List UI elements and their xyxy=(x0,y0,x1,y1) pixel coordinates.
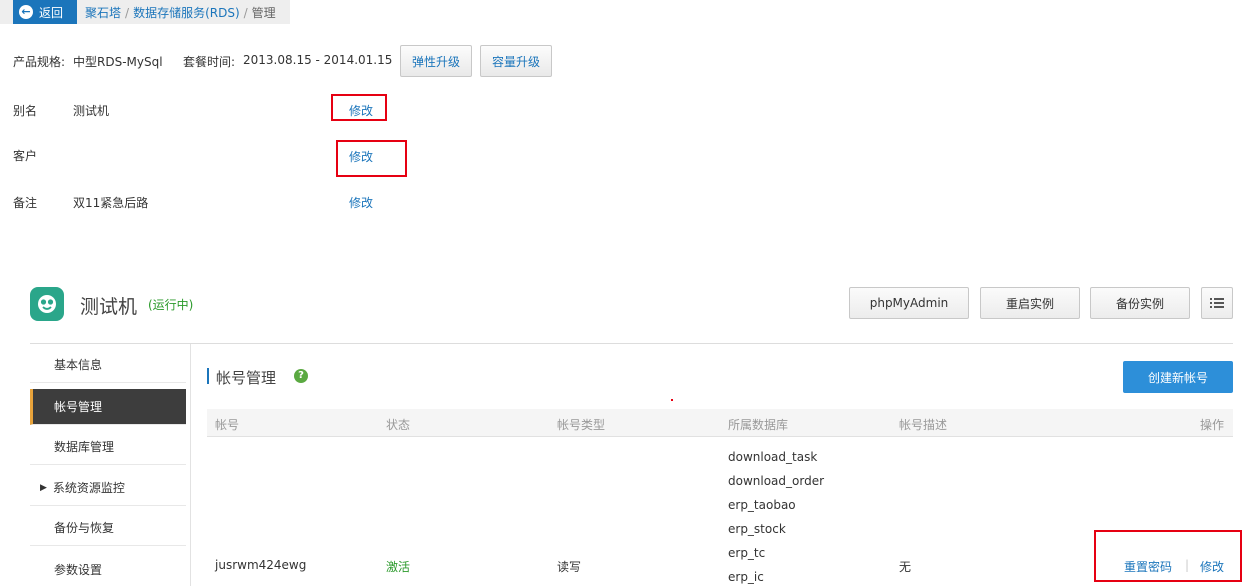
sidebar-divider xyxy=(190,344,191,586)
capacity-upgrade-button[interactable]: 容量升级 xyxy=(480,45,552,77)
sidebar-item-label: 系统资源监控 xyxy=(52,481,125,495)
create-account-button[interactable]: 创建新帐号 xyxy=(1123,361,1233,393)
remark-label: 备注 xyxy=(13,196,38,210)
instance-status: (运行中) xyxy=(148,298,194,312)
reset-password-link[interactable]: 重置密码 xyxy=(1124,558,1172,575)
period-label: 套餐时间: xyxy=(183,55,236,69)
elastic-upgrade-button[interactable]: 弹性升级 xyxy=(400,45,472,77)
sidebar-item-label: 基本信息 xyxy=(54,358,103,372)
cell-status: 激活 xyxy=(386,560,411,574)
phpmyadmin-button[interactable]: phpMyAdmin xyxy=(849,287,969,319)
edit-account-link[interactable]: 修改 xyxy=(1200,558,1224,575)
column-header-account: 帐号 xyxy=(215,418,240,432)
column-header-actions: 操作 xyxy=(1200,418,1225,432)
instance-name: 测试机 xyxy=(80,296,138,318)
breadcrumb-separator: / xyxy=(125,6,130,20)
back-button[interactable]: ← 返回 xyxy=(13,0,77,24)
list-menu-button[interactable] xyxy=(1201,287,1233,319)
back-label: 返回 xyxy=(39,5,64,20)
sidebar-item-database-management[interactable]: 数据库管理 xyxy=(30,429,186,465)
cell-database: download_order xyxy=(728,474,825,488)
action-separator: | xyxy=(1185,558,1190,572)
cell-description: 无 xyxy=(899,560,912,574)
sidebar-item-label: 备份与恢复 xyxy=(54,521,115,535)
cell-database: download_task xyxy=(728,450,818,464)
section-accent-bar xyxy=(207,368,209,384)
alias-label: 别名 xyxy=(13,104,38,118)
sidebar-item-label: 帐号管理 xyxy=(54,400,103,414)
cell-database: erp_tc xyxy=(728,546,766,560)
alias-edit-link[interactable]: 修改 xyxy=(349,102,373,119)
cell-type: 读写 xyxy=(557,560,582,574)
cell-database: erp_stock xyxy=(728,522,786,536)
list-icon xyxy=(1210,298,1224,308)
caret-right-icon: ▶ xyxy=(40,482,47,493)
cell-database: erp_taobao xyxy=(728,498,796,512)
alias-value: 测试机 xyxy=(73,104,110,118)
cell-account: jusrwm424ewg xyxy=(215,558,307,572)
column-header-status: 状态 xyxy=(386,418,411,432)
breadcrumb-item-rds[interactable]: 数据存储服务(RDS) xyxy=(133,6,240,20)
stray-dot xyxy=(671,399,673,401)
breadcrumb-current: 管理 xyxy=(251,6,276,20)
sidebar-item-label: 数据库管理 xyxy=(54,440,115,454)
sidebar-item-backup-restore[interactable]: 备份与恢复 xyxy=(30,510,186,546)
breadcrumb-trail: 聚石塔 / 数据存储服务(RDS) / 管理 xyxy=(85,4,276,21)
spec-value: 中型RDS-MySql xyxy=(73,55,163,69)
column-header-databases: 所属数据库 xyxy=(728,418,789,432)
sidebar-item-basic-info[interactable]: 基本信息 xyxy=(30,347,186,383)
cell-database: erp_ic xyxy=(728,570,764,584)
sidebar-item-parameter-settings[interactable]: 参数设置 xyxy=(30,551,186,586)
restart-instance-button[interactable]: 重启实例 xyxy=(980,287,1080,319)
sidebar-item-label: 参数设置 xyxy=(54,562,103,577)
help-icon[interactable]: ? xyxy=(294,369,308,383)
remark-value: 双11紧急后路 xyxy=(73,196,149,210)
breadcrumb-item-jushita[interactable]: 聚石塔 xyxy=(85,6,121,20)
spec-label: 产品规格: xyxy=(13,55,66,69)
remark-edit-link[interactable]: 修改 xyxy=(349,194,373,211)
column-header-type: 帐号类型 xyxy=(557,418,606,432)
column-header-description: 帐号描述 xyxy=(899,418,948,432)
back-arrow-icon: ← xyxy=(19,5,33,19)
period-value: 2013.08.15 - 2014.01.15 xyxy=(243,53,393,67)
section-title: 帐号管理 xyxy=(216,369,277,387)
sidebar-item-account-management[interactable]: 帐号管理 xyxy=(30,389,186,425)
table-header xyxy=(207,409,1233,437)
customer-edit-link[interactable]: 修改 xyxy=(349,148,373,165)
backup-instance-button[interactable]: 备份实例 xyxy=(1090,287,1190,319)
divider xyxy=(30,343,1233,344)
breadcrumb-separator: / xyxy=(243,6,248,20)
customer-label: 客户 xyxy=(13,149,38,163)
instance-logo-icon xyxy=(30,287,64,321)
sidebar-item-resource-monitor[interactable]: ▶ 系统资源监控 xyxy=(30,470,186,506)
